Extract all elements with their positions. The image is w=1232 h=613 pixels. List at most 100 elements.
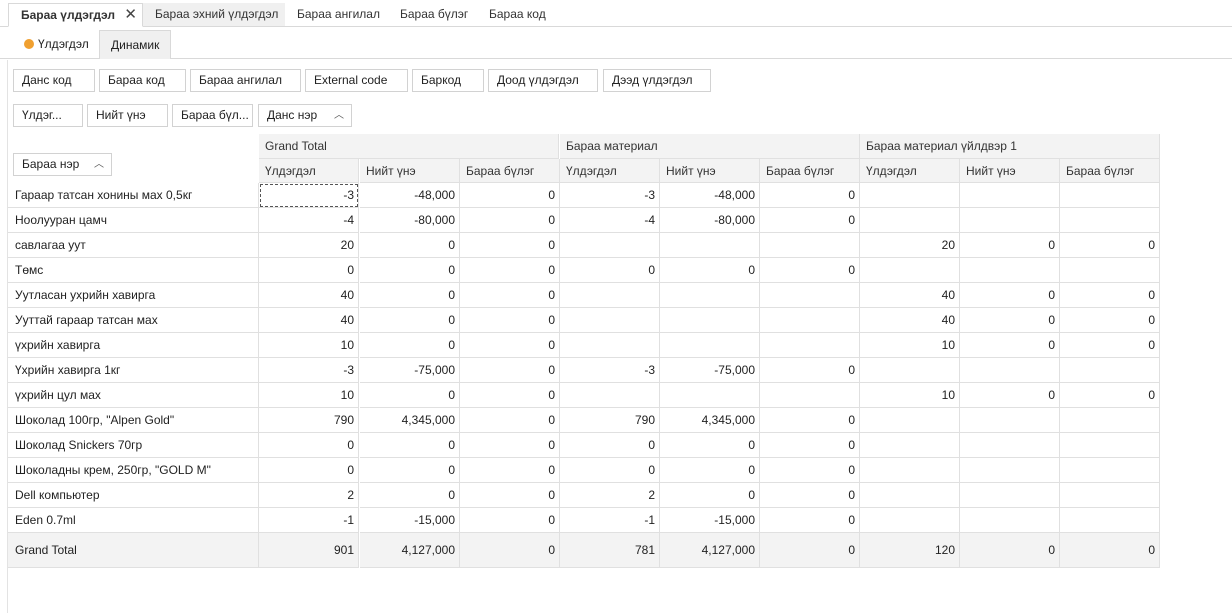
data-cell[interactable]: -3: [560, 358, 660, 383]
data-cell[interactable]: 0: [460, 458, 560, 483]
data-cell[interactable]: 0: [259, 433, 359, 458]
tab-category[interactable]: Бараа ангилал: [285, 3, 380, 26]
data-cell[interactable]: 0: [360, 283, 460, 308]
data-cell[interactable]: [960, 433, 1060, 458]
data-cell[interactable]: [960, 458, 1060, 483]
data-cell[interactable]: [660, 283, 760, 308]
data-cell[interactable]: 0: [560, 458, 660, 483]
grand-total-cell[interactable]: 4,127,000: [660, 533, 760, 568]
data-cell[interactable]: 0: [760, 208, 860, 233]
data-field-total-price[interactable]: Нийт үнэ: [87, 104, 168, 127]
data-cell[interactable]: -15,000: [660, 508, 760, 533]
data-cell[interactable]: -3: [259, 183, 359, 208]
data-cell[interactable]: [560, 333, 660, 358]
data-cell[interactable]: 790: [259, 408, 359, 433]
data-cell[interactable]: 10: [860, 383, 960, 408]
data-cell[interactable]: 0: [360, 258, 460, 283]
measure-header[interactable]: Бараа бүлэг: [460, 159, 560, 183]
measure-header[interactable]: Үлдэгдэл: [259, 159, 359, 183]
column-group-header[interactable]: Бараа материал үйлдвэр 1: [860, 134, 1160, 159]
data-cell[interactable]: 20: [259, 233, 359, 258]
grand-total-cell[interactable]: 0: [960, 533, 1060, 568]
data-cell[interactable]: -1: [259, 508, 359, 533]
data-cell[interactable]: 0: [760, 508, 860, 533]
data-cell[interactable]: [660, 333, 760, 358]
data-cell[interactable]: [860, 358, 960, 383]
data-cell[interactable]: 0: [460, 283, 560, 308]
data-cell[interactable]: 0: [460, 208, 560, 233]
data-cell[interactable]: 0: [1060, 233, 1160, 258]
data-cell[interactable]: [660, 383, 760, 408]
filter-field-max-balance[interactable]: Дээд үлдэгдэл: [603, 69, 711, 92]
data-cell[interactable]: -15,000: [360, 508, 460, 533]
data-cell[interactable]: 0: [360, 308, 460, 333]
data-cell[interactable]: 0: [1060, 383, 1160, 408]
data-cell[interactable]: 0: [760, 408, 860, 433]
measure-header[interactable]: Нийт үнэ: [960, 159, 1060, 183]
data-cell[interactable]: -80,000: [660, 208, 760, 233]
data-cell[interactable]: 0: [960, 283, 1060, 308]
data-cell[interactable]: -80,000: [360, 208, 460, 233]
data-cell[interactable]: 0: [660, 458, 760, 483]
data-cell[interactable]: 0: [460, 408, 560, 433]
row-header[interactable]: Dell компьютер: [8, 483, 259, 508]
grand-total-cell[interactable]: 120: [860, 533, 960, 568]
data-cell[interactable]: 0: [1060, 308, 1160, 333]
row-header[interactable]: Үхрийн хавирга 1кг: [8, 358, 259, 383]
data-cell[interactable]: 0: [560, 258, 660, 283]
data-cell[interactable]: 40: [259, 283, 359, 308]
data-cell[interactable]: 0: [460, 308, 560, 333]
data-cell[interactable]: 2: [560, 483, 660, 508]
data-cell[interactable]: 0: [1060, 283, 1160, 308]
data-cell[interactable]: 20: [860, 233, 960, 258]
data-cell[interactable]: [1060, 458, 1160, 483]
data-cell[interactable]: [1060, 508, 1160, 533]
measure-header[interactable]: Бараа бүлэг: [1060, 159, 1160, 183]
filter-field-account-code[interactable]: Данс код: [13, 69, 95, 92]
data-cell[interactable]: [860, 258, 960, 283]
data-cell[interactable]: [760, 333, 860, 358]
data-cell[interactable]: [860, 433, 960, 458]
filter-field-external-code[interactable]: External code: [305, 69, 408, 92]
row-header[interactable]: Шоколадны крем, 250гр, "GOLD M": [8, 458, 259, 483]
data-cell[interactable]: 0: [460, 233, 560, 258]
filter-field-barcode[interactable]: Баркод: [412, 69, 484, 92]
data-cell[interactable]: [1060, 433, 1160, 458]
data-cell[interactable]: 0: [460, 508, 560, 533]
close-icon[interactable]: ✕: [124, 4, 137, 26]
data-cell[interactable]: 0: [360, 383, 460, 408]
grand-total-cell[interactable]: 0: [1060, 533, 1160, 568]
filter-field-item-code[interactable]: Бараа код: [99, 69, 186, 92]
data-cell[interactable]: 0: [960, 333, 1060, 358]
filter-field-min-balance[interactable]: Доод үлдэгдэл: [488, 69, 598, 92]
data-cell[interactable]: 0: [760, 483, 860, 508]
data-cell[interactable]: 0: [460, 333, 560, 358]
data-cell[interactable]: 40: [860, 308, 960, 333]
data-cell[interactable]: -3: [259, 358, 359, 383]
data-cell[interactable]: 0: [760, 258, 860, 283]
data-cell[interactable]: -48,000: [360, 183, 460, 208]
data-cell[interactable]: 0: [760, 183, 860, 208]
column-group-header[interactable]: Grand Total: [259, 134, 559, 159]
row-header[interactable]: үхрийн цул мах: [8, 383, 259, 408]
data-cell[interactable]: [860, 408, 960, 433]
data-cell[interactable]: 40: [259, 308, 359, 333]
data-field-item-group[interactable]: Бараа бүл...: [172, 104, 253, 127]
data-cell[interactable]: 0: [259, 458, 359, 483]
row-header[interactable]: Гараар татсан хонины мах 0,5кг: [8, 183, 259, 208]
data-cell[interactable]: 0: [460, 383, 560, 408]
data-cell[interactable]: [560, 283, 660, 308]
data-cell[interactable]: 0: [360, 233, 460, 258]
data-cell[interactable]: -3: [560, 183, 660, 208]
row-header[interactable]: Уутласан ухрийн хавирга: [8, 283, 259, 308]
grand-total-cell[interactable]: 901: [259, 533, 359, 568]
data-cell[interactable]: [860, 208, 960, 233]
measure-header[interactable]: Нийт үнэ: [360, 159, 460, 183]
data-cell[interactable]: [960, 483, 1060, 508]
data-cell[interactable]: 0: [259, 258, 359, 283]
data-cell[interactable]: 0: [760, 433, 860, 458]
data-cell[interactable]: -75,000: [360, 358, 460, 383]
measure-header[interactable]: Нийт үнэ: [660, 159, 760, 183]
data-cell[interactable]: [1060, 183, 1160, 208]
data-cell[interactable]: 790: [560, 408, 660, 433]
